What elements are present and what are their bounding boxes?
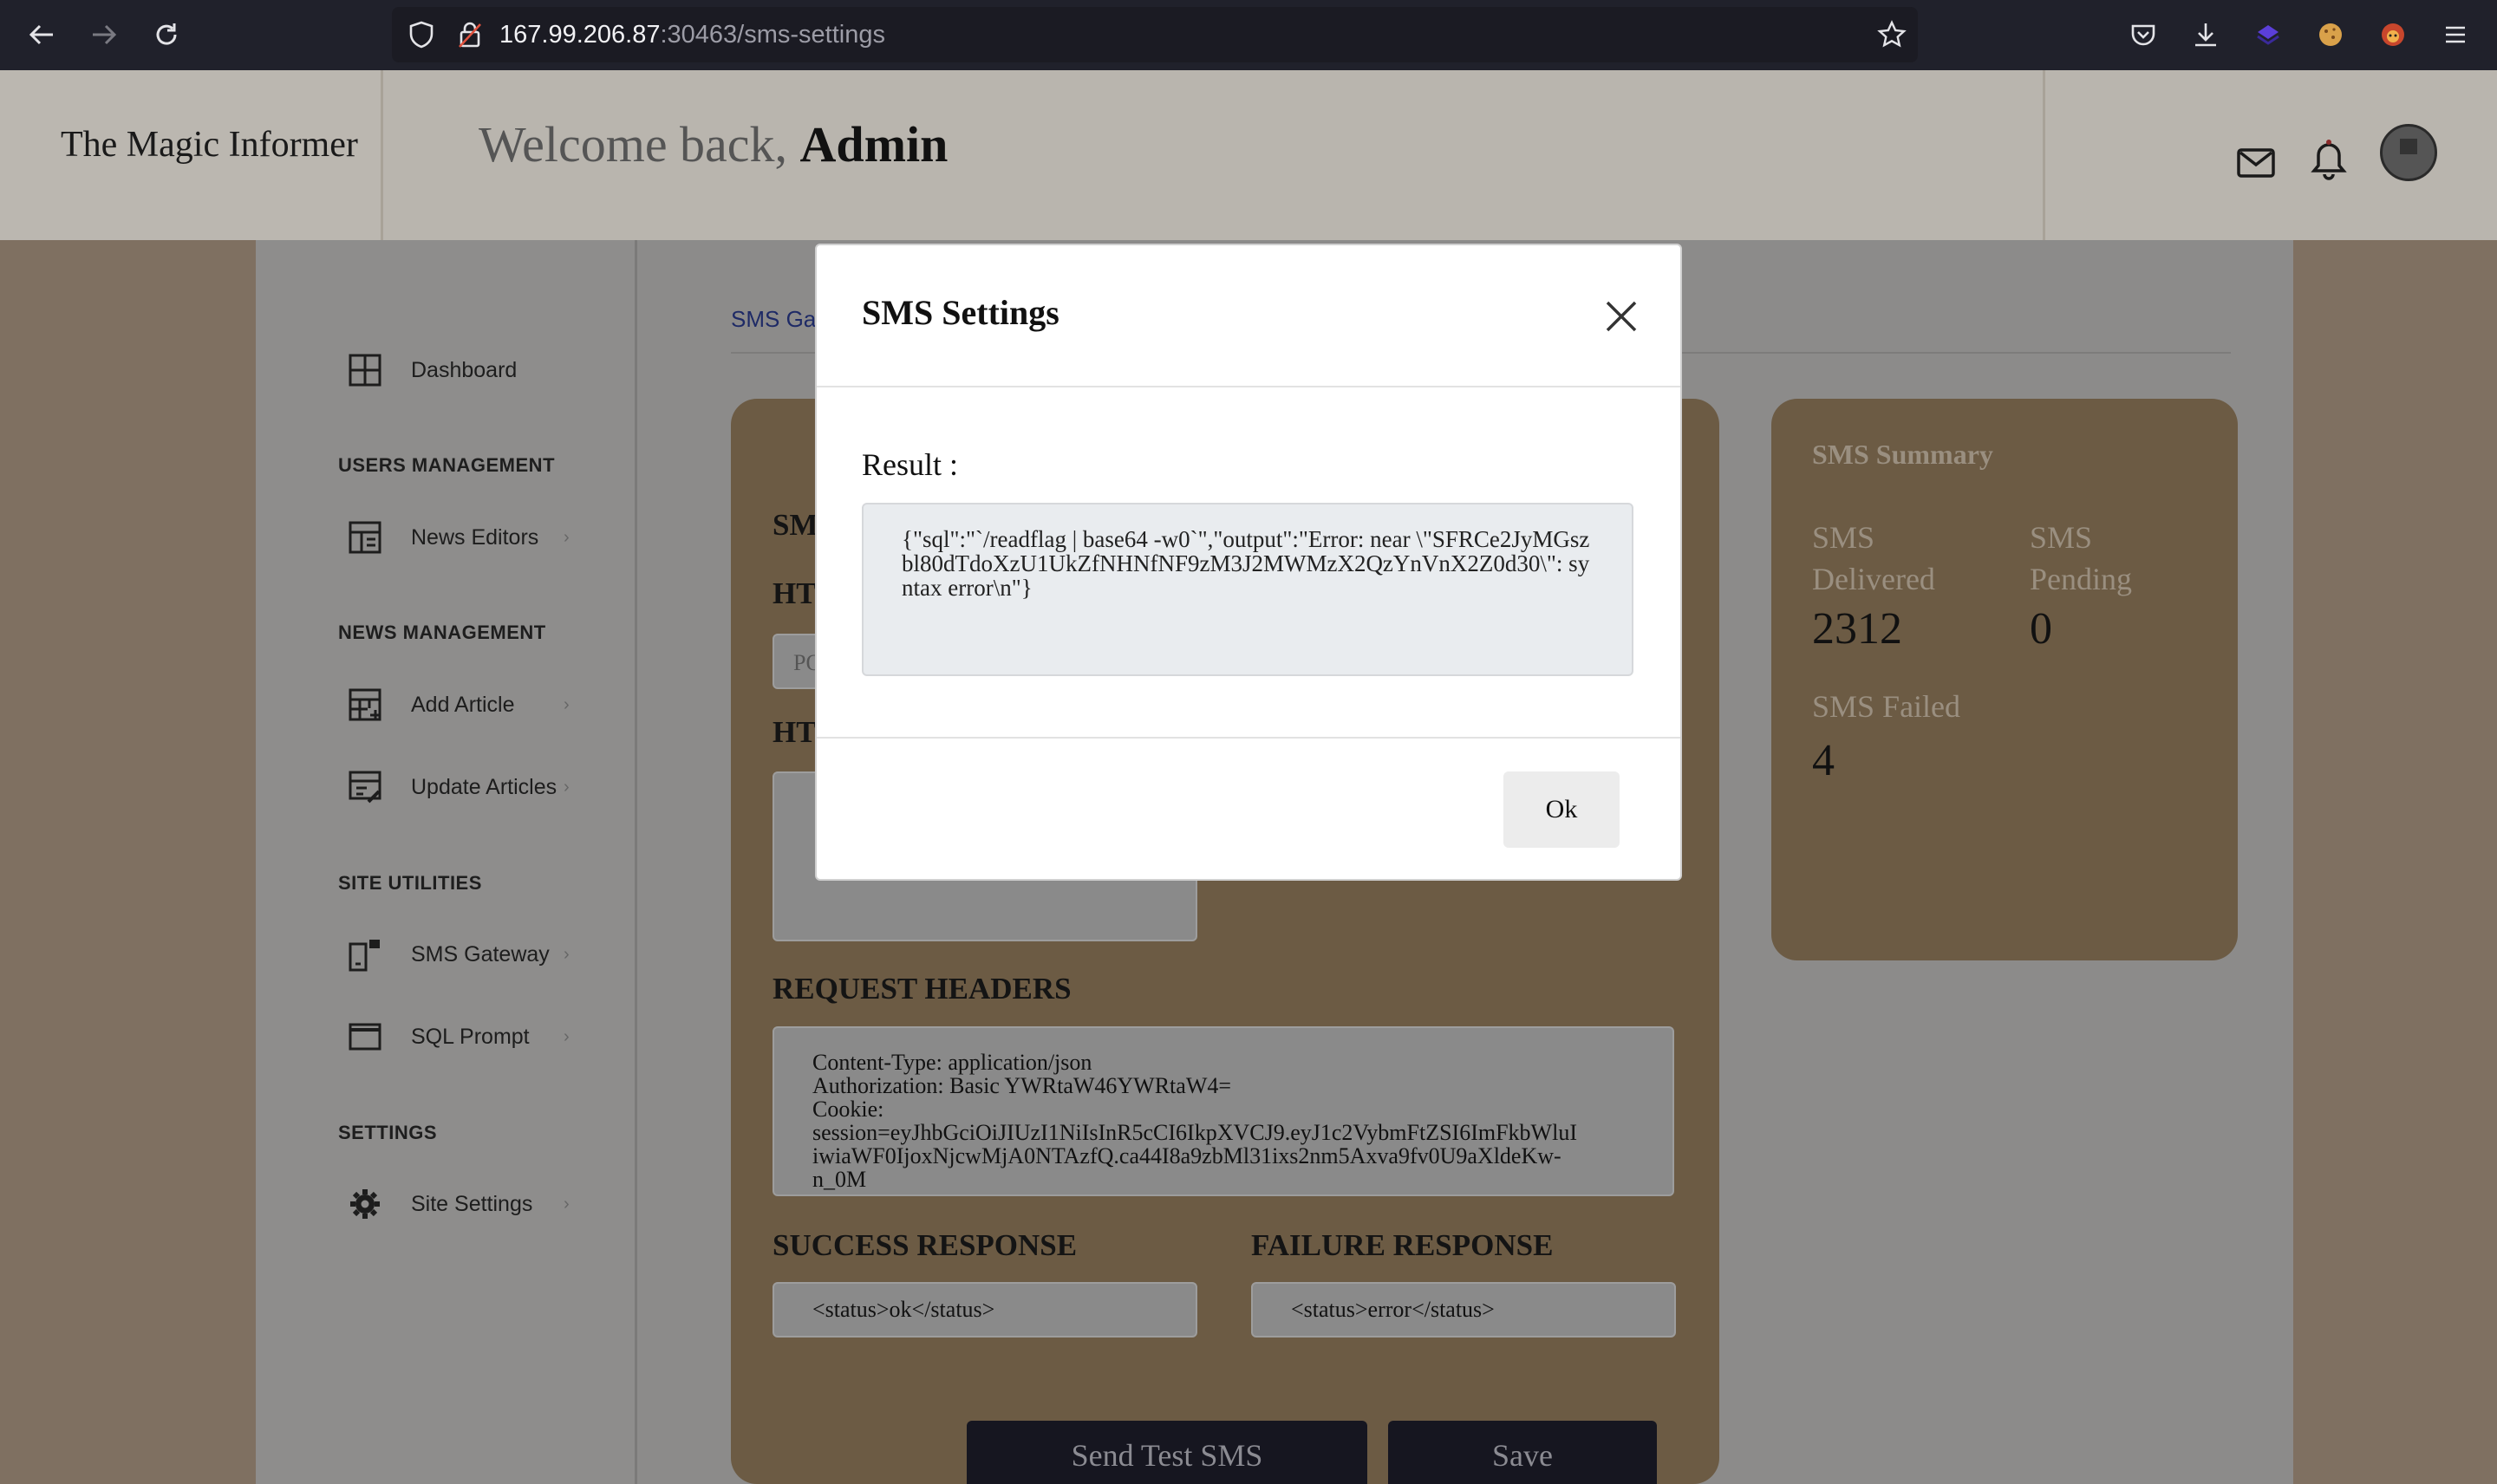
header-line: Authorization: Basic YWRtaW46YWRtaW4= (812, 1073, 1232, 1098)
site-utilities-heading: SITE UTILITIES (338, 872, 482, 894)
sidebar-item-update-articles[interactable]: Update Articles › (347, 769, 570, 805)
sidebar-item-label: Update Articles (411, 774, 557, 799)
users-management-heading: USERS MANAGEMENT (338, 454, 556, 476)
header-line: Cookie: (812, 1097, 884, 1122)
avatar[interactable] (2380, 124, 2437, 181)
modal-footer-divider (817, 737, 1680, 739)
sidebar-item-site-settings[interactable]: Site Settings › (347, 1186, 570, 1222)
breadcrumb[interactable]: SMS Ga (731, 306, 816, 333)
sidebar-item-label: News Editors (411, 524, 539, 550)
url-text[interactable]: 167.99.206.87:30463/sms-settings (499, 19, 885, 50)
header-divider (2043, 70, 2045, 240)
chevron-right-icon: › (564, 777, 570, 797)
close-icon[interactable] (1601, 296, 1642, 337)
gear-icon (347, 1186, 383, 1222)
sidebar-item-add-article[interactable]: Add Article › (347, 687, 570, 723)
header-line: iwiaWF0IjoxNjcwMjA0NTAzfQ.ca44I8a9zbMl31… (812, 1143, 1561, 1168)
chevron-right-icon: › (564, 1026, 570, 1046)
welcome-prefix: Welcome back, (479, 116, 788, 172)
send-test-sms-button[interactable]: Send Test SMS (967, 1421, 1367, 1484)
delivered-label: SMS Delivered (1812, 520, 1935, 596)
sidebar-item-sms-gateway[interactable]: SMS Gateway › (347, 936, 570, 973)
app-header: The Magic Informer Welcome back, Admin (0, 70, 2497, 240)
summary-title: SMS Summary (1812, 439, 1993, 470)
news-management-heading: NEWS MANAGEMENT (338, 622, 546, 643)
pocket-icon[interactable] (2126, 17, 2161, 52)
brand-panel: The Magic Informer (0, 70, 383, 240)
cookie-icon[interactable] (2313, 17, 2348, 52)
sidebar-item-label: Add Article (411, 692, 515, 717)
sidebar-item-label: SQL Prompt (411, 1024, 530, 1049)
sidebar-item-sql-prompt[interactable]: SQL Prompt › (347, 1019, 570, 1055)
chevron-right-icon: › (564, 944, 570, 964)
url-path: :30463/sms-settings (660, 21, 885, 49)
menu-icon[interactable] (2438, 17, 2473, 52)
bookmark-star-icon[interactable] (1876, 19, 1907, 50)
ok-button[interactable]: Ok (1503, 771, 1620, 848)
mail-icon[interactable] (2235, 143, 2280, 188)
sms-gateway-icon (347, 936, 383, 973)
sms-settings-modal: SMS Settings Result : {"sql":"`/readflag… (815, 244, 1682, 881)
sidebar-item-label: SMS Gateway (411, 941, 550, 967)
shield-icon[interactable] (406, 19, 437, 50)
sidebar-item-dashboard[interactable]: Dashboard (347, 352, 517, 388)
reload-icon[interactable] (149, 17, 184, 52)
header-line: Content-Type: application/json (812, 1050, 1092, 1075)
sms-section-title: SM (773, 508, 818, 542)
success-response-field[interactable]: <status>ok</status> (773, 1282, 1197, 1338)
sidebar-item-label: Dashboard (411, 357, 518, 382)
modal-title: SMS Settings (862, 293, 1059, 332)
welcome-user: Admin (799, 116, 949, 172)
editors-icon (347, 519, 383, 556)
back-icon[interactable] (24, 17, 59, 52)
forward-icon[interactable] (87, 17, 121, 52)
sidebar (256, 240, 637, 1484)
welcome-text: Welcome back, Admin (479, 115, 948, 173)
success-response-title: SUCCESS RESPONSE (773, 1228, 1078, 1262)
request-headers-field[interactable]: Content-Type: application/json Authoriza… (773, 1026, 1674, 1196)
chevron-right-icon: › (564, 694, 570, 714)
dashboard-icon (347, 352, 383, 388)
failure-response-field[interactable]: <status>error</status> (1251, 1282, 1676, 1338)
settings-heading: SETTINGS (338, 1122, 438, 1143)
failure-response-title: FAILURE RESPONSE (1251, 1228, 1554, 1262)
request-headers-title: REQUEST HEADERS (773, 972, 1072, 1006)
sidebar-item-news-editors[interactable]: News Editors › (347, 519, 570, 556)
result-output[interactable]: {"sql":"`/readflag | base64 -w0`","outpu… (862, 503, 1633, 676)
chevron-right-icon: › (564, 1194, 570, 1214)
add-article-icon (347, 687, 383, 723)
chevron-right-icon: › (564, 527, 570, 547)
brand-name[interactable]: The Magic Informer (61, 124, 358, 166)
download-icon[interactable] (2188, 17, 2223, 52)
pending-value: 0 (2030, 604, 2052, 654)
header-line: n_0M (812, 1167, 867, 1192)
modal-header-divider (817, 386, 1680, 387)
sql-prompt-icon (347, 1019, 383, 1055)
failed-label: SMS Failed (1812, 689, 1961, 724)
bell-icon[interactable] (2308, 138, 2353, 183)
update-articles-icon (347, 769, 383, 805)
save-button[interactable]: Save (1388, 1421, 1657, 1484)
http-body-title: HT (773, 715, 817, 749)
header-line: session=eyJhbGciOiJIUzI1NiIsInR5cCI6IkpX… (812, 1120, 1577, 1145)
extension-purple-icon[interactable] (2251, 17, 2285, 52)
url-host: 167.99.206.87 (499, 21, 661, 49)
sidebar-item-label: Site Settings (411, 1191, 533, 1216)
address-bar[interactable]: 167.99.206.87:30463/sms-settings (392, 7, 1918, 62)
failed-value: 4 (1812, 736, 1835, 785)
browser-toolbar: 167.99.206.87:30463/sms-settings (0, 0, 2497, 70)
pending-label: SMS Pending (2030, 520, 2133, 596)
insecure-lock-icon[interactable] (454, 19, 486, 50)
result-label: Result : (862, 447, 959, 482)
sms-summary-card: SMS Summary SMS Delivered 2312 SMS Pendi… (1771, 399, 2238, 960)
http-method-title: HT (773, 576, 817, 610)
delivered-value: 2312 (1812, 604, 1902, 654)
extension-fox-icon[interactable] (2376, 17, 2410, 52)
